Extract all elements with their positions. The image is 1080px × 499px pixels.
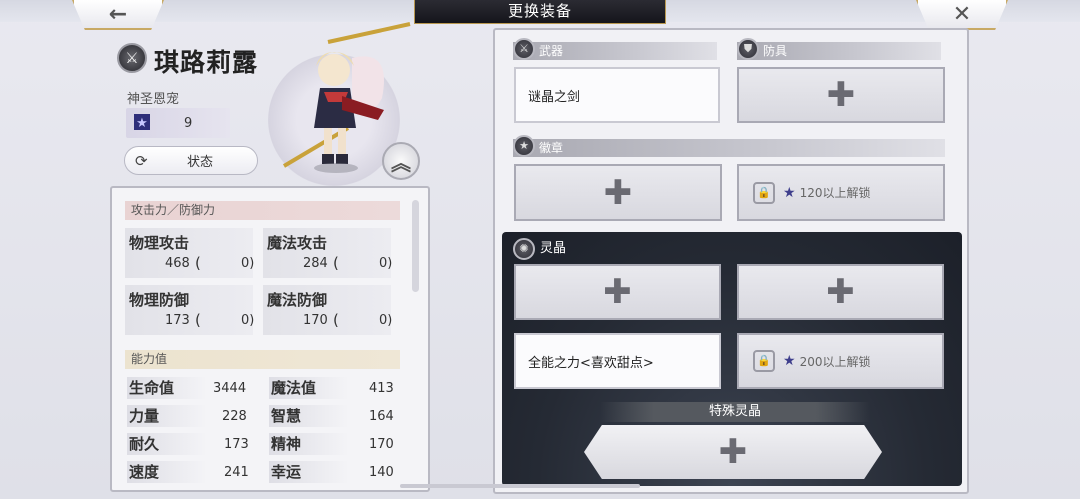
crystal-slot-locked[interactable]: 🔒 ★ 200以上解锁 [737,333,944,389]
attack-defense-header: 攻击力／防御力 [125,201,400,220]
weapon-section-label: 武器 [513,42,717,60]
ability-name: 生命值 [127,377,207,399]
ability-value: 173 [224,437,249,452]
ability-name: 魔法值 [269,377,349,399]
badge-slot-locked[interactable]: 🔒 ★ 120以上解锁 [737,164,945,221]
stat-value: 468 [165,256,190,271]
plus-icon: ✚ [718,432,748,472]
plus-icon: ✚ [826,272,855,312]
ability-value: 140 [369,465,394,480]
bottom-scroll-indicator [400,484,640,488]
armor-label-text: 防具 [763,44,788,58]
character-name: 琪路莉露 [154,48,259,77]
ability-value: 413 [369,381,394,396]
ability-name: 速度 [127,461,207,483]
stat-bonus: 0) [379,313,393,328]
crystal-section-label: 灵晶 [540,241,567,256]
armor-section-label: 防具 [737,42,941,60]
sword-icon: ⚔ [513,38,535,60]
weapon-label-text: 武器 [539,44,564,58]
stat-magic-defense: 魔法防御 170 ( 0) [263,285,393,335]
stat-name: 魔法攻击 [267,234,328,252]
ability-name: 力量 [127,405,207,427]
special-crystal-slot[interactable]: ✚ [584,425,882,479]
stat-value: 173 [165,313,190,328]
stat-name: 魔法防御 [267,291,328,309]
back-button[interactable]: ← [72,0,164,30]
crystal-slot-3[interactable]: 全能之力<喜欢甜点> [514,333,721,389]
unlock-requirement: 200以上解锁 [799,354,871,369]
stat-name: 物理防御 [129,291,190,309]
stat-paren: ( [195,311,201,329]
crystal-slot-2[interactable]: ✚ [737,264,944,320]
character-title: 神圣恩宠 [127,92,180,107]
page-title: 更换装备 [414,0,666,24]
crystal-slot-1[interactable]: ✚ [514,264,721,320]
badge-slot[interactable]: ✚ [514,164,722,221]
refresh-icon: ⟳ [135,151,148,170]
ability-value: 164 [369,409,394,424]
abilities-header: 能力值 [125,350,400,369]
ability-name: 精神 [269,433,349,455]
stat-paren: ( [333,254,339,272]
stat-value: 170 [303,313,328,328]
ability-value: 3444 [213,381,247,396]
stat-physical-defense: 物理防御 173 ( 0) [125,285,255,335]
lock-icon: 🔒 [753,181,775,204]
sword-class-icon: ⚔ [117,43,147,73]
stat-bonus: 0) [379,256,393,271]
badge-section-label: 徽章 [513,139,945,157]
crystal-slot-text: 全能之力<喜欢甜点> [528,355,654,371]
stat-magic-attack: 魔法攻击 284 ( 0) [263,228,393,278]
rank-value: 9 [184,116,193,131]
rank-star-icon: ★ [132,112,152,136]
stat-bonus: 0) [241,313,255,328]
armor-icon: ⛊ [737,38,759,60]
plus-icon: ✚ [603,272,632,312]
status-button-label: 状态 [187,155,214,170]
weapon-slot-text: 谜晶之剑 [528,89,581,105]
lock-icon: 🔒 [753,350,775,372]
close-icon: ✕ [952,1,972,27]
back-arrow-icon: ← [108,1,128,27]
rank-glyph: ★ [136,116,148,131]
double-chevron-up-icon: ︽ [391,150,411,175]
armor-slot[interactable]: ✚ [737,67,945,123]
plus-icon: ✚ [603,172,633,213]
stat-value: 284 [303,256,328,271]
ability-value: 228 [222,409,247,424]
weapon-slot[interactable]: 谜晶之剑 [514,67,720,123]
expand-up-button[interactable]: ︽ [382,142,420,180]
ability-name: 耐久 [127,433,207,455]
ability-name: 幸运 [269,461,349,483]
stats-scrollbar[interactable] [412,200,419,292]
ability-value: 170 [369,437,394,452]
stat-paren: ( [195,254,201,272]
badge-label-text: 徽章 [539,141,564,155]
plus-icon: ✚ [826,75,856,115]
ability-name: 智慧 [269,405,349,427]
rank-star-icon: ★ [783,353,796,369]
stat-physical-attack: 物理攻击 468 ( 0) [125,228,255,278]
special-crystal-label: 特殊灵晶 [600,402,870,422]
stat-bonus: 0) [241,256,255,271]
ability-value: 241 [224,465,249,480]
close-button[interactable]: ✕ [916,0,1008,30]
stat-name: 物理攻击 [129,234,190,252]
unlock-requirement: 120以上解锁 [799,186,871,200]
rank-star-icon: ★ [783,184,796,201]
status-button[interactable]: ⟳ 状态 [124,146,258,175]
star-badge-icon: ★ [513,135,535,157]
stat-paren: ( [333,311,339,329]
